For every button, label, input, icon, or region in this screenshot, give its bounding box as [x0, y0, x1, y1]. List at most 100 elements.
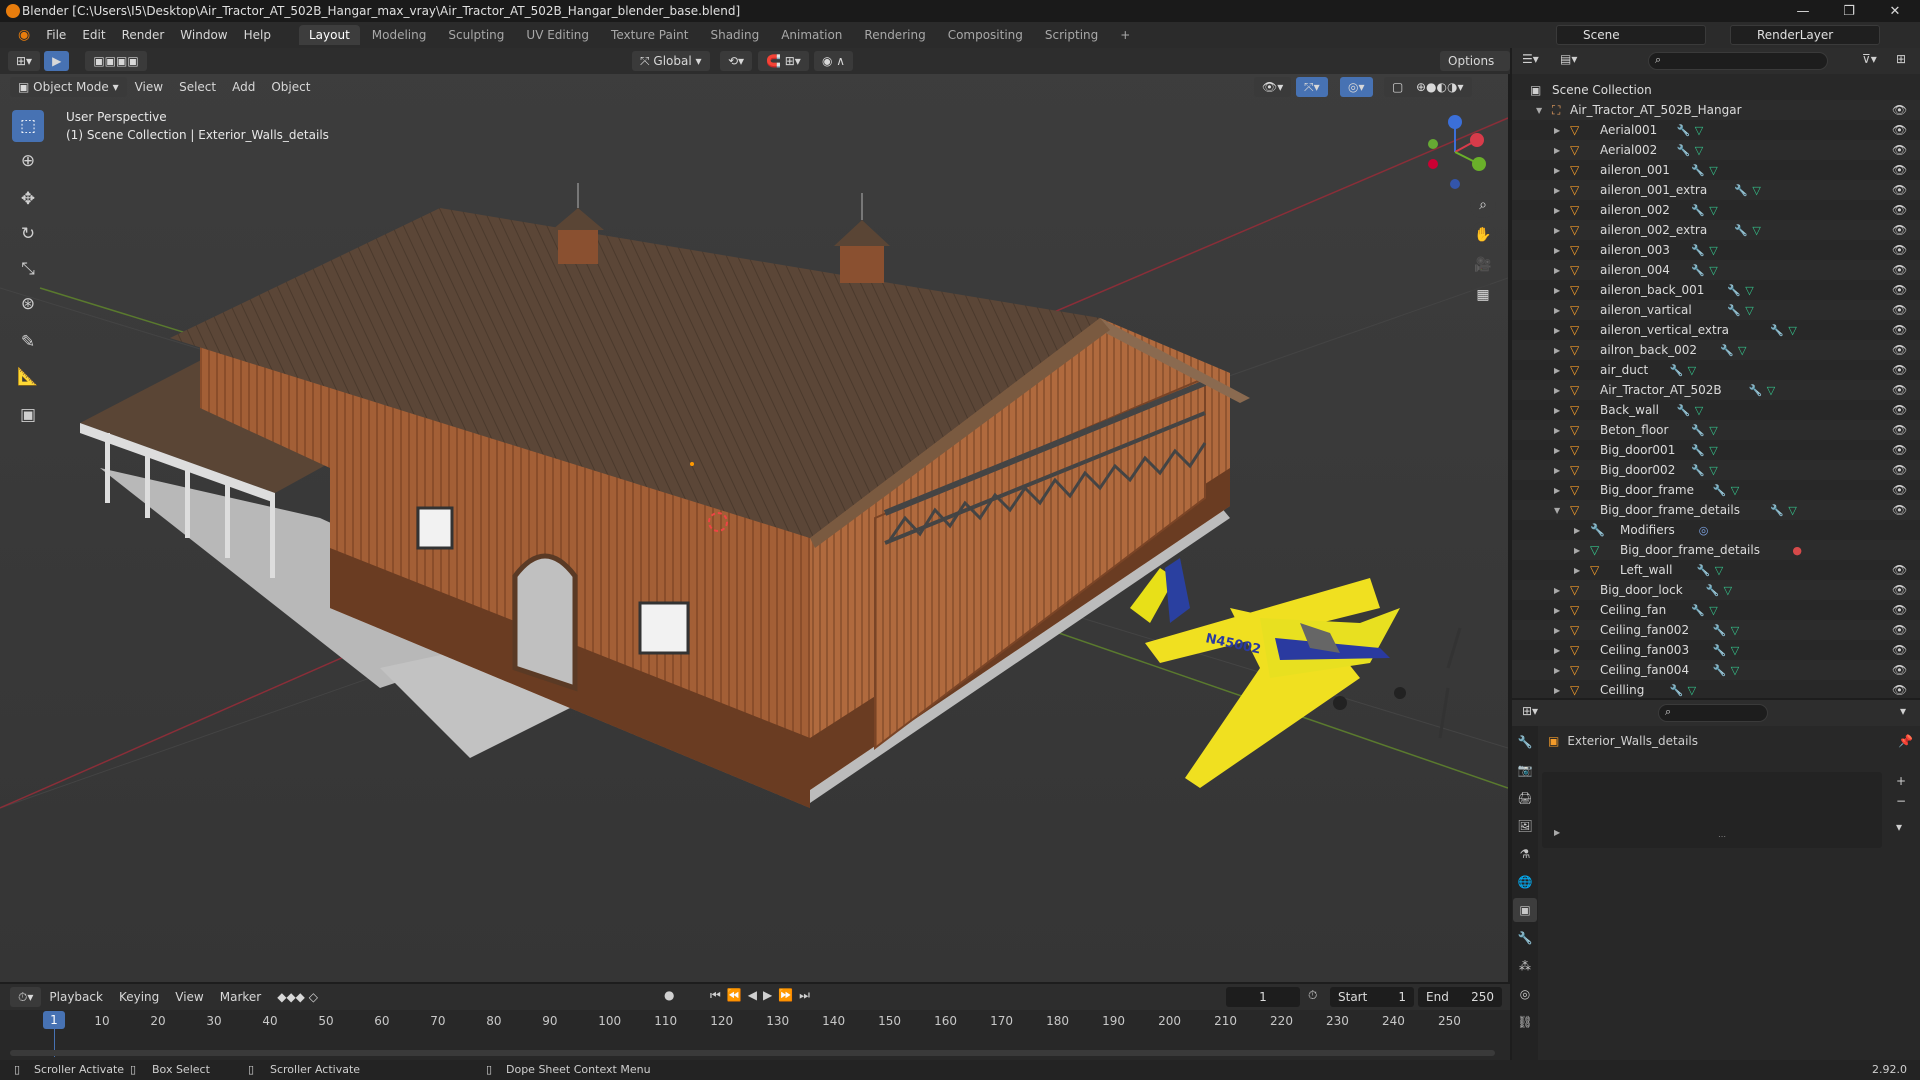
- eye-icon[interactable]: 👁: [1892, 623, 1907, 637]
- proportional-edit-icon[interactable]: ◉ ∧: [814, 51, 854, 71]
- outliner-item[interactable]: ▶ ▽ Ceilling 🔧 ▽ 👁: [1512, 680, 1920, 700]
- mesh-icon[interactable]: ▽: [1724, 584, 1732, 597]
- mesh-icon[interactable]: ▽: [1709, 244, 1717, 257]
- navigation-gizmo[interactable]: [1415, 112, 1495, 192]
- timeline-menu-view[interactable]: View: [167, 990, 211, 1004]
- properties-options-icon[interactable]: ▾: [1900, 704, 1906, 718]
- tab-scripting[interactable]: Scripting: [1035, 25, 1108, 45]
- expand-arrow-icon[interactable]: ▶: [1554, 166, 1560, 175]
- expand-arrow-icon[interactable]: ▶: [1554, 186, 1560, 195]
- list-resize-handle[interactable]: ⋯: [1718, 832, 1726, 841]
- outliner-item[interactable]: ▶ ▽ Air_Tractor_AT_502B 🔧 ▽ 👁: [1512, 380, 1920, 400]
- eye-icon[interactable]: 👁: [1892, 503, 1907, 517]
- render-layer-selector[interactable]: RenderLayer: [1730, 25, 1880, 45]
- eye-icon[interactable]: 👁: [1892, 363, 1907, 377]
- constraints-tab-icon[interactable]: ⛓: [1513, 1010, 1537, 1034]
- mesh-icon[interactable]: ▽: [1731, 644, 1739, 657]
- current-frame-field[interactable]: 1: [1226, 987, 1300, 1007]
- expand-arrow-icon[interactable]: ▶: [1554, 366, 1560, 375]
- add-slot-button[interactable]: +: [1896, 774, 1906, 788]
- mesh-icon[interactable]: ▽: [1731, 664, 1739, 677]
- outliner-scene-collection[interactable]: ▣ Scene Collection: [1512, 80, 1920, 100]
- eye-icon[interactable]: 👁: [1892, 443, 1907, 457]
- mesh-icon[interactable]: ▽: [1709, 164, 1717, 177]
- eye-icon[interactable]: 👁: [1892, 163, 1907, 177]
- camera-view-icon[interactable]: 🎥: [1470, 252, 1496, 278]
- eye-icon[interactable]: 👁: [1892, 303, 1907, 317]
- mesh-icon[interactable]: ▽: [1709, 444, 1717, 457]
- wrench-icon[interactable]: 🔧: [1727, 284, 1741, 297]
- outliner-item[interactable]: ▶ ▽ aileron_002 🔧 ▽ 👁: [1512, 200, 1920, 220]
- 3d-viewport[interactable]: N45002 User Perspective (1) Scene Collec…: [0, 48, 1508, 982]
- expand-arrow-icon[interactable]: ▶: [1554, 286, 1560, 295]
- mesh-icon[interactable]: ▽: [1745, 304, 1753, 317]
- wrench-icon[interactable]: 🔧: [1734, 224, 1748, 237]
- viewport-menu-add[interactable]: Add: [224, 80, 263, 94]
- expand-arrow-icon[interactable]: ▶: [1554, 686, 1560, 695]
- view-layer-tab-icon[interactable]: 🖼: [1513, 814, 1537, 838]
- eye-icon[interactable]: 👁: [1892, 683, 1907, 697]
- expand-arrow-icon[interactable]: ▶: [1554, 306, 1560, 315]
- eye-icon[interactable]: 👁: [1892, 103, 1907, 117]
- expand-arrow-icon[interactable]: ▶: [1554, 126, 1560, 135]
- wrench-icon[interactable]: 🔧: [1697, 564, 1711, 577]
- mesh-icon[interactable]: ▽: [1709, 424, 1717, 437]
- scene-selector[interactable]: Scene: [1556, 25, 1706, 45]
- eye-icon[interactable]: 👁: [1892, 403, 1907, 417]
- outliner-item[interactable]: ▶ ▽ Ceiling_fan003 🔧 ▽ 👁: [1512, 640, 1920, 660]
- mesh-icon[interactable]: ▽: [1738, 344, 1746, 357]
- mesh-icon[interactable]: ▽: [1709, 604, 1717, 617]
- preview-range-icon[interactable]: ⏱: [1308, 988, 1317, 1003]
- expand-arrow-icon[interactable]: ▶: [1554, 426, 1560, 435]
- pivot-icon[interactable]: ⟲▾: [720, 51, 753, 71]
- wrench-icon[interactable]: 🔧: [1706, 584, 1720, 597]
- outliner-item[interactable]: ▶ ▽ aileron_002_extra 🔧 ▽ 👁: [1512, 220, 1920, 240]
- wrench-icon[interactable]: 🔧: [1713, 664, 1727, 677]
- end-frame-field[interactable]: End 250: [1418, 987, 1502, 1007]
- tool-tab-icon[interactable]: 🔧: [1513, 730, 1537, 754]
- outliner-item[interactable]: ▶ ▽ Ceiling_fan 🔧 ▽ 👁: [1512, 600, 1920, 620]
- outliner-editor-icon[interactable]: ☰▾: [1522, 52, 1539, 66]
- pan-hand-icon[interactable]: ✋: [1470, 222, 1496, 248]
- expand-arrow-icon[interactable]: ▶: [1574, 526, 1580, 535]
- particles-tab-icon[interactable]: ⁂: [1513, 954, 1537, 978]
- scale-tool-icon[interactable]: ⤡: [12, 253, 44, 285]
- wrench-icon[interactable]: 🔧: [1770, 504, 1784, 517]
- timeline-menu-marker[interactable]: Marker: [212, 990, 269, 1004]
- wrench-icon[interactable]: 🔧: [1670, 684, 1684, 697]
- expand-arrow-icon[interactable]: ▶: [1554, 246, 1560, 255]
- playback-controls[interactable]: ⏮⏪◀▶⏩⏭: [710, 988, 816, 1003]
- timeline-scrollbar[interactable]: [10, 1050, 1495, 1056]
- record-button[interactable]: ●: [664, 988, 674, 1002]
- menu-render[interactable]: Render: [114, 22, 173, 48]
- wrench-icon[interactable]: 🔧: [1677, 404, 1691, 417]
- expand-arrow-icon[interactable]: ▶: [1554, 586, 1560, 595]
- expand-arrow-icon[interactable]: ▶: [1554, 346, 1560, 355]
- menu-file[interactable]: File: [38, 22, 74, 48]
- tab-sculpting[interactable]: Sculpting: [438, 25, 514, 45]
- expand-arrow-icon[interactable]: ▶: [1574, 546, 1580, 555]
- outliner-item[interactable]: ▶ ▽ Big_door_frame 🔧 ▽ 👁: [1512, 480, 1920, 500]
- eye-icon[interactable]: 👁: [1892, 383, 1907, 397]
- eye-icon[interactable]: 👁: [1892, 643, 1907, 657]
- mesh-icon[interactable]: ▽: [1709, 204, 1717, 217]
- outliner-item[interactable]: ▶ ▽ aileron_001 🔧 ▽ 👁: [1512, 160, 1920, 180]
- wrench-icon[interactable]: 🔧: [1713, 624, 1727, 637]
- eye-icon[interactable]: 👁: [1892, 243, 1907, 257]
- wrench-icon[interactable]: 🔧: [1691, 244, 1705, 257]
- transform-orientation-select[interactable]: ⤧ Global ▾: [632, 51, 710, 71]
- expand-arrow-icon[interactable]: ▶: [1554, 326, 1560, 335]
- outliner-item[interactable]: ▶ ▽ Big_door002 🔧 ▽ 👁: [1512, 460, 1920, 480]
- scene-tab-icon[interactable]: ⚗: [1513, 842, 1537, 866]
- eye-icon[interactable]: 👁: [1892, 563, 1907, 577]
- outliner-item[interactable]: ▶ ▽ Ceiling_fan002 🔧 ▽ 👁: [1512, 620, 1920, 640]
- wrench-icon[interactable]: 🔧: [1691, 264, 1705, 277]
- timeline-editor-icon[interactable]: ⏱▾: [10, 987, 42, 1007]
- wrench-icon[interactable]: 🔧: [1713, 484, 1727, 497]
- tab-compositing[interactable]: Compositing: [938, 25, 1033, 45]
- minimize-button[interactable]: —: [1780, 0, 1826, 22]
- outliner-item[interactable]: ▶ ▽ aileron_vartical 🔧 ▽ 👁: [1512, 300, 1920, 320]
- eye-icon[interactable]: 👁: [1892, 603, 1907, 617]
- outliner-item[interactable]: ▶ ▽ aileron_003 🔧 ▽ 👁: [1512, 240, 1920, 260]
- eye-icon[interactable]: 👁: [1892, 423, 1907, 437]
